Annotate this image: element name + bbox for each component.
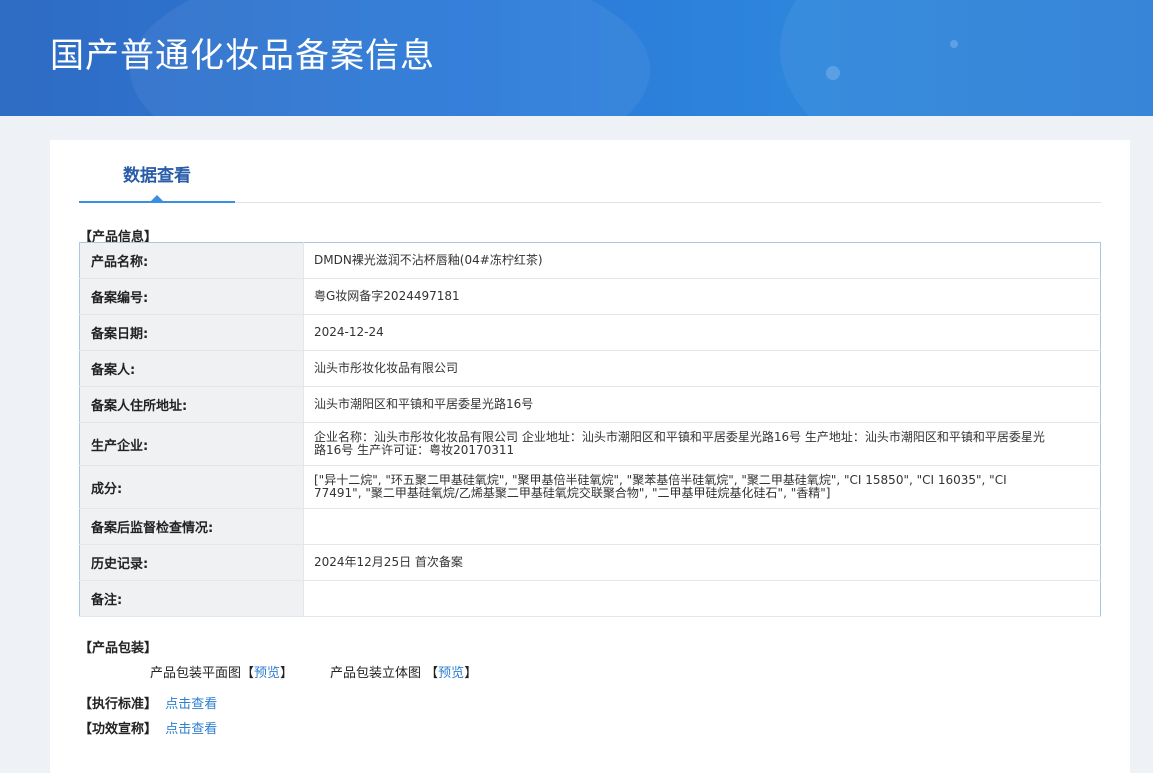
efficacy-view-link[interactable]: 点击查看 <box>165 722 217 737</box>
row-label: 备案编号: <box>79 278 304 315</box>
row-label: 备案人住所地址: <box>79 386 304 423</box>
row-value: 2024-12-24 <box>303 314 1101 351</box>
row-value: 汕头市彤妆化妆品有限公司 <box>303 350 1101 387</box>
row-value <box>303 580 1101 617</box>
page-title: 国产普通化妆品备案信息 <box>50 36 435 76</box>
bracket-open: 【 <box>425 666 439 681</box>
table-row: 备案日期: 2024-12-24 <box>79 314 1101 351</box>
section-title-standard: 【执行标准】 <box>79 697 158 712</box>
section-title-packaging: 【产品包装】 <box>79 641 158 656</box>
banner-decoration <box>826 66 840 80</box>
row-label: 备案后监督检查情况: <box>79 508 304 545</box>
row-label: 备案日期: <box>79 314 304 351</box>
banner-decoration <box>780 0 1153 116</box>
row-label: 历史记录: <box>79 544 304 581</box>
table-row: 备案人: 汕头市彤妆化妆品有限公司 <box>79 350 1101 387</box>
row-label: 备案人: <box>79 350 304 387</box>
table-row: 生产企业: 企业名称：汕头市彤妆化妆品有限公司 企业地址：汕头市潮阳区和平镇和平… <box>79 422 1101 466</box>
packaging-3d-item: 产品包装立体图 【预览】 <box>330 662 477 681</box>
row-value: 粤G妆网备字2024497181 <box>303 278 1101 315</box>
product-info-table: 产品名称: DMDN裸光滋润不沾杯唇釉(04#冻柠红茶) 备案编号: 粤G妆网备… <box>79 242 1101 617</box>
row-value: 汕头市潮阳区和平镇和平居委星光路16号 <box>303 386 1101 423</box>
tab-bar: 数据查看 <box>79 140 1101 203</box>
row-label: 备注: <box>79 580 304 617</box>
table-row: 成分: ["异十二烷", "环五聚二甲基硅氧烷", "聚甲基倍半硅氧烷", "聚… <box>79 465 1101 509</box>
tab-caret-icon <box>151 195 163 201</box>
efficacy-row: 【功效宣称】 点击查看 <box>79 718 217 737</box>
header-banner: 国产普通化妆品备案信息 <box>0 0 1153 116</box>
bracket-open: 【 <box>241 666 255 681</box>
preview-flat-link[interactable]: 预览 <box>254 666 280 681</box>
table-row: 备案人住所地址: 汕头市潮阳区和平镇和平居委星光路16号 <box>79 386 1101 423</box>
bracket-close: 】 <box>464 666 478 681</box>
row-value: 2024年12月25日 首次备案 <box>303 544 1101 581</box>
table-row: 产品名称: DMDN裸光滋润不沾杯唇釉(04#冻柠红茶) <box>79 242 1101 279</box>
standard-row: 【执行标准】 点击查看 <box>79 693 217 712</box>
table-row: 历史记录: 2024年12月25日 首次备案 <box>79 544 1101 581</box>
standard-view-link[interactable]: 点击查看 <box>165 697 217 712</box>
table-row: 备案编号: 粤G妆网备字2024497181 <box>79 278 1101 315</box>
row-label: 生产企业: <box>79 422 304 466</box>
row-label: 产品名称: <box>79 242 304 279</box>
table-row: 备注: <box>79 580 1101 617</box>
section-title-efficacy: 【功效宣称】 <box>79 722 158 737</box>
packaging-flat-label: 产品包装平面图 <box>150 666 242 681</box>
tab-active-indicator <box>79 201 235 203</box>
content-card: 数据查看 【产品信息】 产品名称: DMDN裸光滋润不沾杯唇釉(04#冻柠红茶)… <box>50 140 1130 773</box>
row-value: 企业名称：汕头市彤妆化妆品有限公司 企业地址：汕头市潮阳区和平镇和平居委星光路1… <box>303 422 1101 466</box>
row-value <box>303 508 1101 545</box>
banner-decoration <box>950 40 958 48</box>
preview-3d-link[interactable]: 预览 <box>438 666 464 681</box>
packaging-flat-item: 产品包装平面图【预览】 <box>150 662 293 681</box>
bracket-close: 】 <box>280 666 294 681</box>
row-value: DMDN裸光滋润不沾杯唇釉(04#冻柠红茶) <box>303 242 1101 279</box>
row-label: 成分: <box>79 465 304 509</box>
packaging-3d-label: 产品包装立体图 <box>330 666 422 681</box>
table-row: 备案后监督检查情况: <box>79 508 1101 545</box>
tab-data-view[interactable]: 数据查看 <box>79 140 235 202</box>
row-value: ["异十二烷", "环五聚二甲基硅氧烷", "聚甲基倍半硅氧烷", "聚苯基倍半… <box>303 465 1101 509</box>
